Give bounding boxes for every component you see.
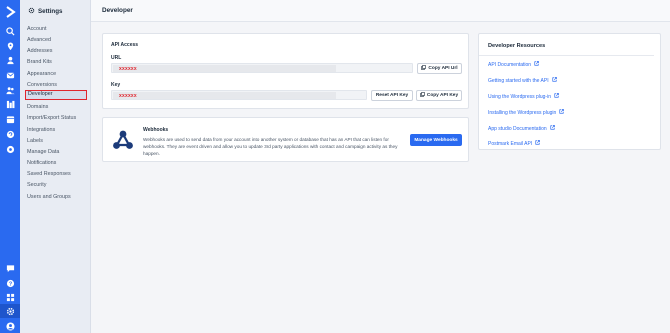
- copy-api-url-button[interactable]: Copy API Url: [417, 62, 462, 74]
- key-label: Key: [111, 82, 121, 88]
- external-link-icon: [534, 61, 539, 68]
- webhooks-icon: [111, 128, 135, 152]
- sidebar-item-brand-kits[interactable]: Brand Kits: [27, 59, 52, 65]
- external-link-icon: [559, 109, 565, 116]
- page-header: Developer: [91, 0, 670, 22]
- sidebar-title-text: Settings: [38, 8, 63, 15]
- reports-icon[interactable]: [4, 98, 16, 110]
- search-icon[interactable]: [4, 25, 16, 37]
- reset-api-key-label: Reset API Key: [375, 92, 409, 98]
- api-access-card: API Access URL xxxxxx Copy API Url Key x…: [102, 33, 469, 109]
- gear-icon: [28, 7, 35, 16]
- page-title: Developer: [102, 7, 133, 14]
- apps-icon[interactable]: [4, 291, 16, 303]
- manage-webhooks-button[interactable]: Manage Webhooks: [410, 134, 462, 146]
- sidebar-item-import-export-status[interactable]: Import/Export Status: [27, 115, 76, 121]
- sidebar-item-saved-responses[interactable]: Saved Responses: [27, 171, 71, 177]
- link-label: Getting started with the API: [488, 77, 549, 84]
- webhooks-description: Webhooks are used to send data from your…: [143, 137, 398, 157]
- sidebar-title: Settings: [28, 7, 62, 16]
- mail-icon[interactable]: [4, 69, 16, 81]
- sidebar-item-addresses[interactable]: Addresses: [27, 48, 52, 54]
- external-link-icon: [554, 93, 559, 100]
- chat-icon[interactable]: [4, 262, 16, 274]
- contacts-icon[interactable]: [4, 54, 16, 66]
- sidebar-item-users-and-groups[interactable]: Users and Groups: [27, 194, 71, 200]
- sidebar-item-manage-data[interactable]: Manage Data: [27, 149, 59, 155]
- copy-api-url-label: Copy API Url: [428, 65, 458, 71]
- api-url-value: xxxxxx: [119, 65, 137, 72]
- settings-gear-icon[interactable]: [4, 305, 16, 317]
- app-icon-rail: ?: [0, 0, 20, 333]
- sidebar-item-integrations[interactable]: Integrations: [27, 127, 55, 133]
- settings-sidebar: Settings Account Advanced Addresses Bran…: [20, 0, 91, 333]
- location-icon[interactable]: [4, 40, 16, 52]
- link-label: API Documentation: [488, 61, 532, 68]
- link-wordpress-plugin[interactable]: Using the Wordpress plug-in: [488, 93, 559, 100]
- copy-api-key-label: Copy API Key: [426, 92, 459, 98]
- sidebar-item-developer[interactable]: Developer: [25, 90, 87, 100]
- copy-api-key-button[interactable]: Copy API Key: [416, 89, 462, 101]
- svg-text:?: ?: [8, 281, 11, 287]
- help-circle-icon[interactable]: [4, 128, 16, 140]
- url-label: URL: [111, 55, 122, 61]
- sidebar-item-domains[interactable]: Domains: [27, 104, 48, 110]
- copy-icon: [421, 64, 427, 72]
- external-link-icon: [550, 125, 555, 132]
- link-label: Using the Wordpress plug-in: [488, 93, 551, 100]
- link-label: Postmark Email API: [488, 140, 533, 147]
- groups-icon[interactable]: [4, 84, 16, 96]
- reset-api-key-button[interactable]: Reset API Key: [371, 89, 413, 101]
- link-label: Installing the Wordpress plugin: [488, 109, 557, 116]
- sidebar-item-conversions[interactable]: Conversions: [27, 82, 57, 88]
- api-key-value: xxxxxx: [119, 92, 137, 99]
- sidebar-item-notifications[interactable]: Notifications: [27, 160, 56, 166]
- external-link-icon: [552, 77, 557, 84]
- divider: [479, 55, 654, 56]
- copy-icon: [420, 91, 425, 99]
- sidebar-item-appearance[interactable]: Appearance: [27, 71, 56, 77]
- resources-title: Developer Resources: [488, 43, 546, 49]
- question-icon[interactable]: ?: [4, 277, 16, 289]
- sidebar-item-labels[interactable]: Labels: [27, 138, 43, 144]
- api-access-heading: API Access: [111, 42, 139, 48]
- api-url-field[interactable]: xxxxxx: [111, 63, 413, 73]
- masked-region: [113, 92, 336, 99]
- settings-ring-icon[interactable]: [4, 143, 16, 155]
- api-key-field[interactable]: xxxxxx: [111, 90, 367, 100]
- external-link-icon: [535, 140, 541, 147]
- sidebar-item-advanced[interactable]: Advanced: [27, 37, 51, 43]
- link-api-documentation[interactable]: API Documentation: [488, 61, 539, 68]
- webhooks-title: Webhooks: [143, 127, 169, 133]
- calendar-icon[interactable]: [4, 113, 16, 125]
- sidebar-item-security[interactable]: Security: [27, 182, 46, 188]
- link-getting-started-api[interactable]: Getting started with the API: [488, 77, 557, 84]
- sidebar-item-account[interactable]: Account: [27, 26, 46, 32]
- developer-resources-card: Developer Resources API Documentation Ge…: [478, 33, 661, 150]
- link-installing-wordpress-plugin[interactable]: Installing the Wordpress plugin: [488, 109, 565, 116]
- avatar-icon[interactable]: [4, 320, 16, 332]
- link-label: App studio Documentation: [488, 125, 547, 132]
- masked-region: [113, 65, 336, 72]
- link-app-studio-documentation[interactable]: App studio Documentation: [488, 125, 555, 132]
- logo-chevron-icon[interactable]: [3, 5, 17, 19]
- link-postmark-email-api[interactable]: Postmark Email API: [488, 140, 541, 147]
- webhooks-card: Webhooks Webhooks are used to send data …: [102, 117, 469, 162]
